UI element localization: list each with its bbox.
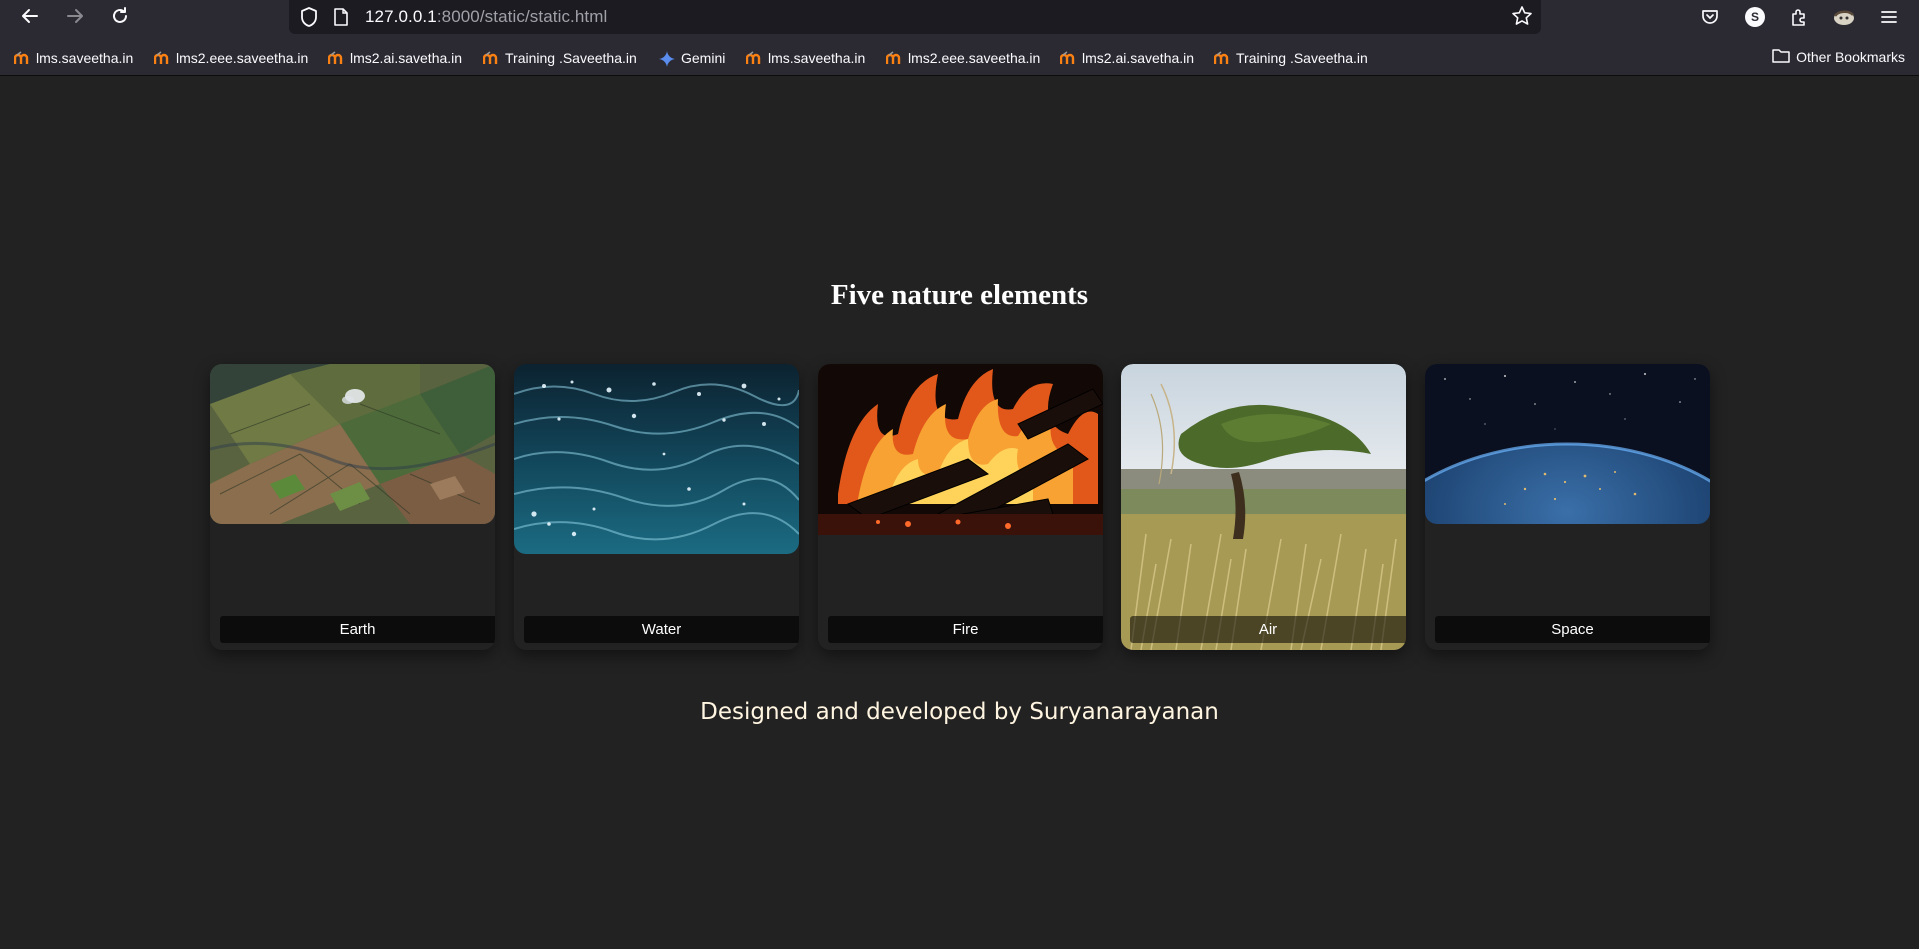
bookmark-label: lms.saveetha.in: [36, 50, 134, 66]
card-water[interactable]: Water: [514, 364, 799, 650]
back-icon[interactable]: [15, 2, 45, 30]
bookmark-item[interactable]: lms2.eee.saveetha.in: [885, 48, 1041, 68]
moodle-icon: [153, 51, 170, 65]
bookmark-label: Training .Saveetha.in: [505, 50, 637, 66]
browser-toolbar: 127.0.0.1:8000/static/static.html S: [0, 0, 1919, 34]
fire-image: [818, 364, 1103, 535]
bookmark-label: lms2.eee.saveetha.in: [176, 50, 309, 66]
bookmark-item[interactable]: lms.saveetha.in: [745, 48, 866, 68]
page-info-icon[interactable]: [333, 7, 349, 32]
bookmark-label: lms2.ai.savetha.in: [1082, 50, 1195, 66]
gemini-sparkle-icon: [659, 51, 675, 67]
bookmark-item[interactable]: Gemini: [659, 48, 725, 68]
tracking-shield-icon[interactable]: [299, 6, 319, 33]
bookmark-label: Gemini: [681, 50, 726, 66]
url-host: 127.0.0.1: [365, 7, 437, 26]
card-air[interactable]: Air: [1121, 364, 1406, 650]
account-icon[interactable]: S: [1743, 5, 1767, 29]
other-bookmarks-label: Other Bookmarks: [1796, 49, 1905, 65]
moodle-icon: [1213, 51, 1230, 65]
card-fire[interactable]: Fire: [818, 364, 1103, 650]
card-label: Earth: [220, 616, 495, 643]
moodle-icon: [327, 51, 344, 65]
profile-initial: S: [1745, 7, 1765, 27]
bookmark-label: Training .Saveetha.in: [1236, 50, 1368, 66]
earth-image: [210, 364, 495, 524]
footer-credit: Designed and developed by Suryanarayanan: [700, 699, 1219, 725]
forward-icon[interactable]: [60, 2, 90, 30]
folder-icon: [1772, 48, 1790, 66]
card-label: Space: [1435, 616, 1710, 643]
water-image: [514, 364, 799, 554]
air-image: [1121, 364, 1406, 650]
reload-icon[interactable]: [105, 2, 135, 30]
url-path: :8000/static/static.html: [436, 7, 608, 26]
moodle-icon: [482, 51, 499, 65]
card-space[interactable]: Space: [1425, 364, 1710, 650]
address-bar[interactable]: 127.0.0.1:8000/static/static.html: [289, 0, 1541, 34]
pocket-icon[interactable]: [1698, 5, 1722, 29]
bookmark-label: lms2.ai.savetha.in: [350, 50, 463, 66]
moodle-icon: [1059, 51, 1076, 65]
other-bookmarks[interactable]: Other Bookmarks: [1772, 48, 1905, 66]
extensions-icon[interactable]: [1787, 5, 1811, 29]
card-label: Air: [1130, 616, 1406, 643]
card-label: Water: [524, 616, 799, 643]
bookmark-item[interactable]: lms.saveetha.in: [13, 48, 134, 68]
bookmarks-toolbar: lms.saveetha.in lms2.eee.saveetha.in lms…: [0, 34, 1919, 76]
extension-avatar-icon[interactable]: [1832, 5, 1856, 29]
bookmark-label: lms.saveetha.in: [768, 50, 866, 66]
bookmark-star-icon[interactable]: [1511, 5, 1533, 32]
bookmark-item[interactable]: Training .Saveetha.in: [482, 48, 637, 68]
card-earth[interactable]: Earth: [210, 364, 495, 650]
url-text[interactable]: 127.0.0.1:8000/static/static.html: [365, 7, 607, 27]
bookmark-item[interactable]: lms2.ai.savetha.in: [327, 48, 463, 68]
moodle-icon: [885, 51, 902, 65]
bookmark-item[interactable]: Training .Saveetha.in: [1213, 48, 1368, 68]
menu-icon[interactable]: [1877, 5, 1901, 29]
space-image: [1425, 364, 1710, 524]
moodle-icon: [13, 51, 30, 65]
page-title: Five nature elements: [830, 279, 1089, 311]
moodle-icon: [745, 51, 762, 65]
card-label: Fire: [828, 616, 1103, 643]
bookmark-item[interactable]: lms2.eee.saveetha.in: [153, 48, 309, 68]
bookmark-item[interactable]: lms2.ai.savetha.in: [1059, 48, 1195, 68]
bookmark-label: lms2.eee.saveetha.in: [908, 50, 1041, 66]
